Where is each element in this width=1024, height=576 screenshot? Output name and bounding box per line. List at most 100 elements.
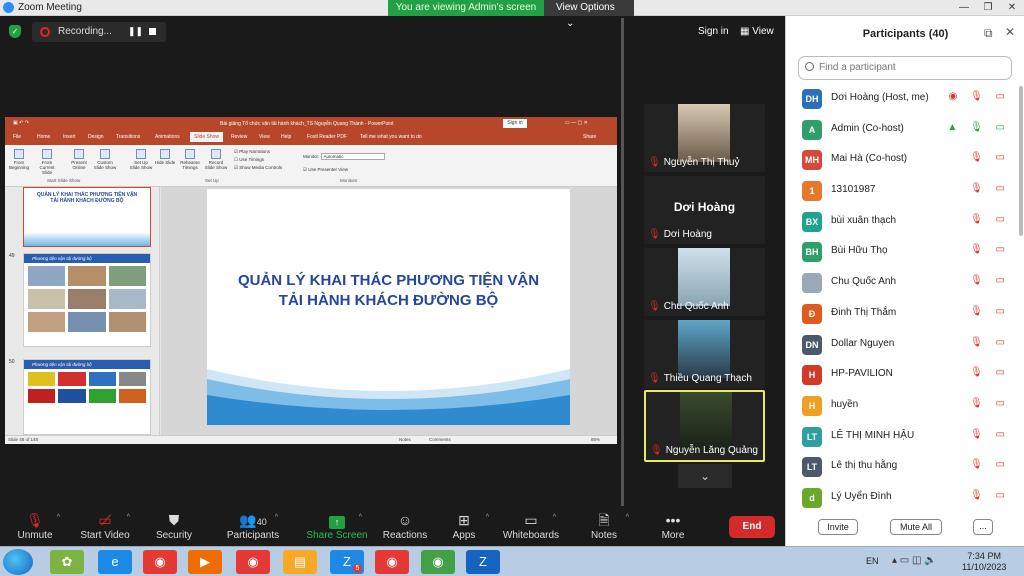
video-tile[interactable]: 🎙 Chu Quốc Anh xyxy=(644,248,765,316)
participant-row[interactable]: LT LÊ THỊ MINH HẬU 🎙 ▭ xyxy=(786,422,1018,453)
apps-label: Apps xyxy=(452,530,476,541)
tile-name: Nguyễn Lăng Quảng xyxy=(665,445,758,456)
ppt-share: Share xyxy=(583,134,597,140)
participant-row[interactable]: LT Lê thị thu hằng 🎙 ▭ xyxy=(786,452,1018,483)
avatar: A xyxy=(802,119,822,140)
viewing-banner: You are viewing Admin's screen xyxy=(388,0,544,16)
participant-row[interactable]: Hhuyền 🎙 ▭ xyxy=(786,391,1018,422)
sign-in-link[interactable]: Sign in xyxy=(698,26,729,37)
start-menu-icon[interactable] xyxy=(3,549,33,575)
participant-row[interactable]: BX bùi xuân thạch 🎙 ▭ xyxy=(786,207,1018,238)
close-icon[interactable]: ✕ xyxy=(1005,25,1015,39)
media-player-icon[interactable]: ▶ xyxy=(188,550,222,574)
end-meeting-button[interactable]: End xyxy=(729,516,775,538)
clock[interactable]: 7:34 PM 11/10/2023 xyxy=(962,551,1006,573)
start-video-button[interactable]: ▭̸ Start Video ^ xyxy=(74,510,136,541)
tray-icons[interactable]: ▴ ▭ ◫ 🔈 xyxy=(892,555,937,566)
tile-name: Chu Quốc Anh xyxy=(663,301,729,312)
popout-icon[interactable]: ⧉ xyxy=(984,26,993,41)
mic-muted-icon: 🎙 xyxy=(648,373,661,384)
reactions-button[interactable]: ☺ Reactions xyxy=(374,510,436,541)
participant-name: huyền xyxy=(831,398,859,410)
chrome-icon[interactable]: ◉ xyxy=(375,550,409,574)
maximize-button[interactable]: ❐ xyxy=(976,0,1000,16)
avatar: DH xyxy=(802,89,822,109)
split-divider[interactable] xyxy=(621,18,624,506)
share-screen-button[interactable]: ↑ Share Screen ^ xyxy=(306,510,368,541)
video-tile-active-speaker[interactable]: 🎙 Nguyễn Lăng Quảng xyxy=(644,390,765,462)
participants-count: 40 xyxy=(256,517,267,527)
video-tile[interactable]: Dơi Hoàng 🎙 Dơi Hoàng xyxy=(644,176,765,244)
chrome-icon[interactable]: ◉ xyxy=(421,550,455,574)
participant-row[interactable]: Đ Đinh Thị Thắm 🎙 ▭ xyxy=(786,299,1018,330)
ppt-tab: Home xyxy=(37,134,51,140)
stop-recording-icon[interactable] xyxy=(149,28,156,35)
slide-thumbnail-50: Phương tiện vận tải đường bộ xyxy=(23,359,151,435)
muted-icons: 🎙 ▭ xyxy=(970,459,1010,471)
app-icon[interactable]: ✿ xyxy=(50,550,84,574)
language-indicator[interactable]: EN xyxy=(866,556,879,566)
mute-all-button[interactable]: Mute All xyxy=(890,519,942,535)
participant-row[interactable]: 1 13101987 🎙 ▭ xyxy=(786,176,1018,207)
avatar: H xyxy=(802,395,822,416)
participant-name: LÊ THỊ MINH HẬU xyxy=(831,429,915,441)
notes-button[interactable]: 🗎 Notes ^ xyxy=(573,510,635,541)
participant-row[interactable]: H HP-PAVILION 🎙 ▭ xyxy=(786,360,1018,391)
close-button[interactable]: ✕ xyxy=(1000,0,1024,16)
security-button[interactable]: ⛊ Security xyxy=(143,510,205,541)
participant-row[interactable]: DH Dơi Hoàng (Host, me) ◉ 🎙 ▭ xyxy=(786,84,1018,115)
file-explorer-icon[interactable]: ▤ xyxy=(283,550,317,574)
avatar: H xyxy=(802,365,822,386)
mic-muted-icon: 🎙 xyxy=(650,445,663,456)
chevron-up-icon[interactable]: ^ xyxy=(626,514,629,521)
participants-button[interactable]: 👥40 Participants ^ xyxy=(222,510,284,541)
view-options-button[interactable]: View Options ⌄ xyxy=(544,0,634,29)
video-tile[interactable]: 🎙 Thiều Quang Thạch xyxy=(644,320,765,388)
share-screen-label: Share Screen xyxy=(306,530,368,541)
window-title: Zoom Meeting xyxy=(18,2,82,13)
chrome-icon[interactable]: ◉ xyxy=(236,550,270,574)
participant-name: 13101987 xyxy=(831,184,876,196)
apps-button[interactable]: ⊞ Apps ^ xyxy=(433,510,495,541)
participant-scrollbar[interactable] xyxy=(1019,86,1023,236)
ppt-ribbon-button: Set Up Slide Show xyxy=(129,149,153,170)
clock-time: 7:34 PM xyxy=(967,551,1001,561)
pause-recording-icon[interactable]: ❚❚ xyxy=(128,26,143,37)
participant-name: Lê thị thu hằng xyxy=(831,460,898,472)
security-shield-icon[interactable]: ✓ xyxy=(9,25,21,38)
video-tile[interactable]: 🎙 Nguyễn Thị Thuỷ xyxy=(644,104,765,172)
participant-row[interactable]: d Lý Uyển Đình 🎙 ▭ xyxy=(786,483,1018,514)
internet-explorer-icon[interactable]: e xyxy=(98,550,132,574)
participant-name: Dơi Hoàng (Host, me) xyxy=(831,92,929,103)
whiteboards-button[interactable]: ▭ Whiteboards ^ xyxy=(500,510,562,541)
participant-search-input[interactable]: Find a participant xyxy=(798,56,1012,80)
chevron-up-icon[interactable]: ^ xyxy=(359,514,362,521)
invite-button[interactable]: Invite xyxy=(818,519,858,535)
participant-row[interactable]: A Admin (Co-host) ▲ 🎙 ▭ xyxy=(786,115,1018,146)
ppt-presenter-view: ☑ Use Presenter View xyxy=(303,167,348,172)
zalo-icon[interactable]: Z5 xyxy=(330,550,364,574)
more-button[interactable]: ••• More xyxy=(642,510,704,541)
share-mic-video-icons: ▲ 🎙 ▭ xyxy=(947,121,1010,133)
participant-row[interactable]: BH Bùi Hữu Thọ 🎙 ▭ xyxy=(786,237,1018,268)
chevron-up-icon[interactable]: ^ xyxy=(127,514,130,521)
participant-name: Bùi Hữu Thọ xyxy=(831,245,888,257)
chevron-up-icon[interactable]: ^ xyxy=(57,514,60,521)
ppt-ribbon-checks: ☑ Play Narrations ☐ Use Timings ☑ Show M… xyxy=(234,149,283,170)
more-options-button[interactable]: ... xyxy=(973,519,993,535)
video-feed xyxy=(678,320,730,378)
participant-row[interactable]: DN Dollar Nguyen 🎙 ▭ xyxy=(786,330,1018,361)
chevron-up-icon[interactable]: ^ xyxy=(275,514,278,521)
chevron-up-icon[interactable]: ^ xyxy=(486,514,489,521)
minimize-button[interactable]: — xyxy=(952,0,976,16)
os-taskbar: ✿ e ◉ ▶ ◉ ▤ Z5 ◉ ◉ Z EN ▴ ▭ ◫ 🔈 7:34 PM … xyxy=(0,546,1024,576)
view-button[interactable]: ▦ View xyxy=(740,26,774,37)
avatar: DN xyxy=(802,334,822,355)
scroll-down-icon[interactable]: ⌄ xyxy=(678,464,732,488)
chevron-up-icon[interactable]: ^ xyxy=(553,514,556,521)
chrome-icon[interactable]: ◉ xyxy=(143,550,177,574)
participant-row[interactable]: Chu Quốc Anh 🎙 ▭ xyxy=(786,268,1018,299)
unmute-button[interactable]: 🎙 Unmute ^ xyxy=(4,510,66,541)
participant-row[interactable]: MH Mai Hà (Co-host) 🎙 ▭ xyxy=(786,145,1018,176)
zoom-taskbar-icon[interactable]: Z xyxy=(466,550,500,574)
